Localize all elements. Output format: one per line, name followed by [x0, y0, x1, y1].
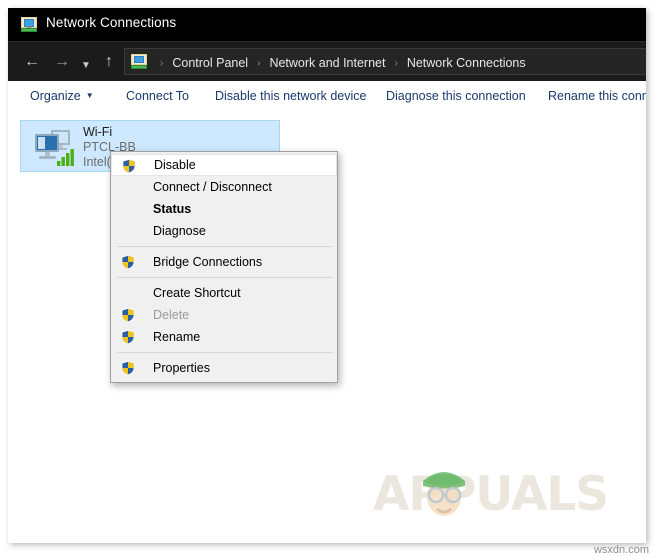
disable-this-network-device-button[interactable]: Disable this network device: [215, 89, 366, 103]
screenshot-root: Network Connections ← → ▼ ↑ › Control Pa…: [0, 0, 657, 559]
organize-label: Organize: [30, 89, 81, 103]
breadcrumb-separator-2: ›: [394, 58, 398, 69]
breadcrumb: › Control Panel › Network and Internet ›…: [153, 49, 528, 76]
connections-list: Wi-Fi PTCL-BB Intel(Disable Connect / D…: [8, 113, 646, 543]
recent-locations-button[interactable]: ▼: [78, 55, 94, 77]
menu-item-label: Create Shortcut: [153, 286, 241, 300]
organize-button[interactable]: Organize ▼: [30, 89, 94, 103]
menu-separator: [117, 246, 333, 247]
network-connections-icon: [20, 16, 38, 33]
menu-item-connect-disconnect[interactable]: Connect / Disconnect: [111, 176, 337, 198]
menu-item-delete: Delete: [111, 304, 337, 326]
appuals-mascot-icon: [411, 461, 477, 528]
up-button[interactable]: ↑: [98, 51, 120, 73]
connect-to-button[interactable]: Connect To: [126, 89, 189, 103]
uac-shield-icon: [120, 307, 136, 323]
uac-shield-icon: [120, 254, 136, 270]
menu-item-label: Diagnose: [153, 224, 206, 238]
connection-name: Wi-Fi: [83, 125, 113, 139]
appuals-watermark: APPUALS: [373, 461, 613, 523]
watermark-text: APPUALS: [373, 467, 609, 522]
window-title-bar: Network Connections: [8, 8, 646, 41]
breadcrumb-item-network-connections[interactable]: Network Connections: [405, 56, 528, 70]
menu-item-properties[interactable]: Properties: [111, 357, 337, 379]
diagnose-this-connection-button[interactable]: Diagnose this connection: [386, 89, 526, 103]
address-bar[interactable]: › Control Panel › Network and Internet ›…: [124, 48, 646, 75]
menu-item-diagnose[interactable]: Diagnose: [111, 220, 337, 242]
source-url-label: wsxdn.com: [593, 544, 649, 556]
menu-item-label: Connect / Disconnect: [153, 180, 272, 194]
menu-item-create-shortcut[interactable]: Create Shortcut: [111, 282, 337, 304]
breadcrumb-separator-1: ›: [257, 58, 261, 69]
network-connections-window: Network Connections ← → ▼ ↑ › Control Pa…: [8, 8, 646, 543]
window-title: Network Connections: [46, 15, 177, 30]
menu-separator: [117, 352, 333, 353]
forward-button[interactable]: →: [50, 51, 74, 73]
uac-shield-icon: [121, 158, 137, 174]
navigation-bar: ← → ▼ ↑ › Control Panel › Network and In…: [8, 41, 646, 83]
uac-shield-icon: [120, 329, 136, 345]
menu-separator: [117, 277, 333, 278]
breadcrumb-separator-0: ›: [160, 58, 164, 69]
menu-item-disable[interactable]: Disable: [111, 154, 337, 176]
menu-item-label: Status: [153, 202, 192, 216]
context-menu: Disable Connect / Disconnect Status Diag…: [110, 151, 338, 383]
breadcrumb-item-control-panel[interactable]: Control Panel: [170, 56, 250, 70]
uac-shield-icon: [120, 360, 136, 376]
back-button[interactable]: ←: [20, 51, 44, 73]
menu-item-status[interactable]: Status: [111, 198, 337, 220]
menu-item-bridge-connections[interactable]: Bridge Connections: [111, 251, 337, 273]
address-bar-icon: [131, 54, 147, 70]
breadcrumb-item-network-and-internet[interactable]: Network and Internet: [267, 56, 387, 70]
network-adapter-icon: [30, 126, 76, 168]
command-bar: Organize ▼ Connect To Disable this networ…: [8, 81, 646, 114]
chevron-down-icon: ▼: [85, 91, 94, 100]
menu-item-rename[interactable]: Rename: [111, 326, 337, 348]
rename-this-connection-button[interactable]: Rename this conne: [548, 89, 646, 103]
